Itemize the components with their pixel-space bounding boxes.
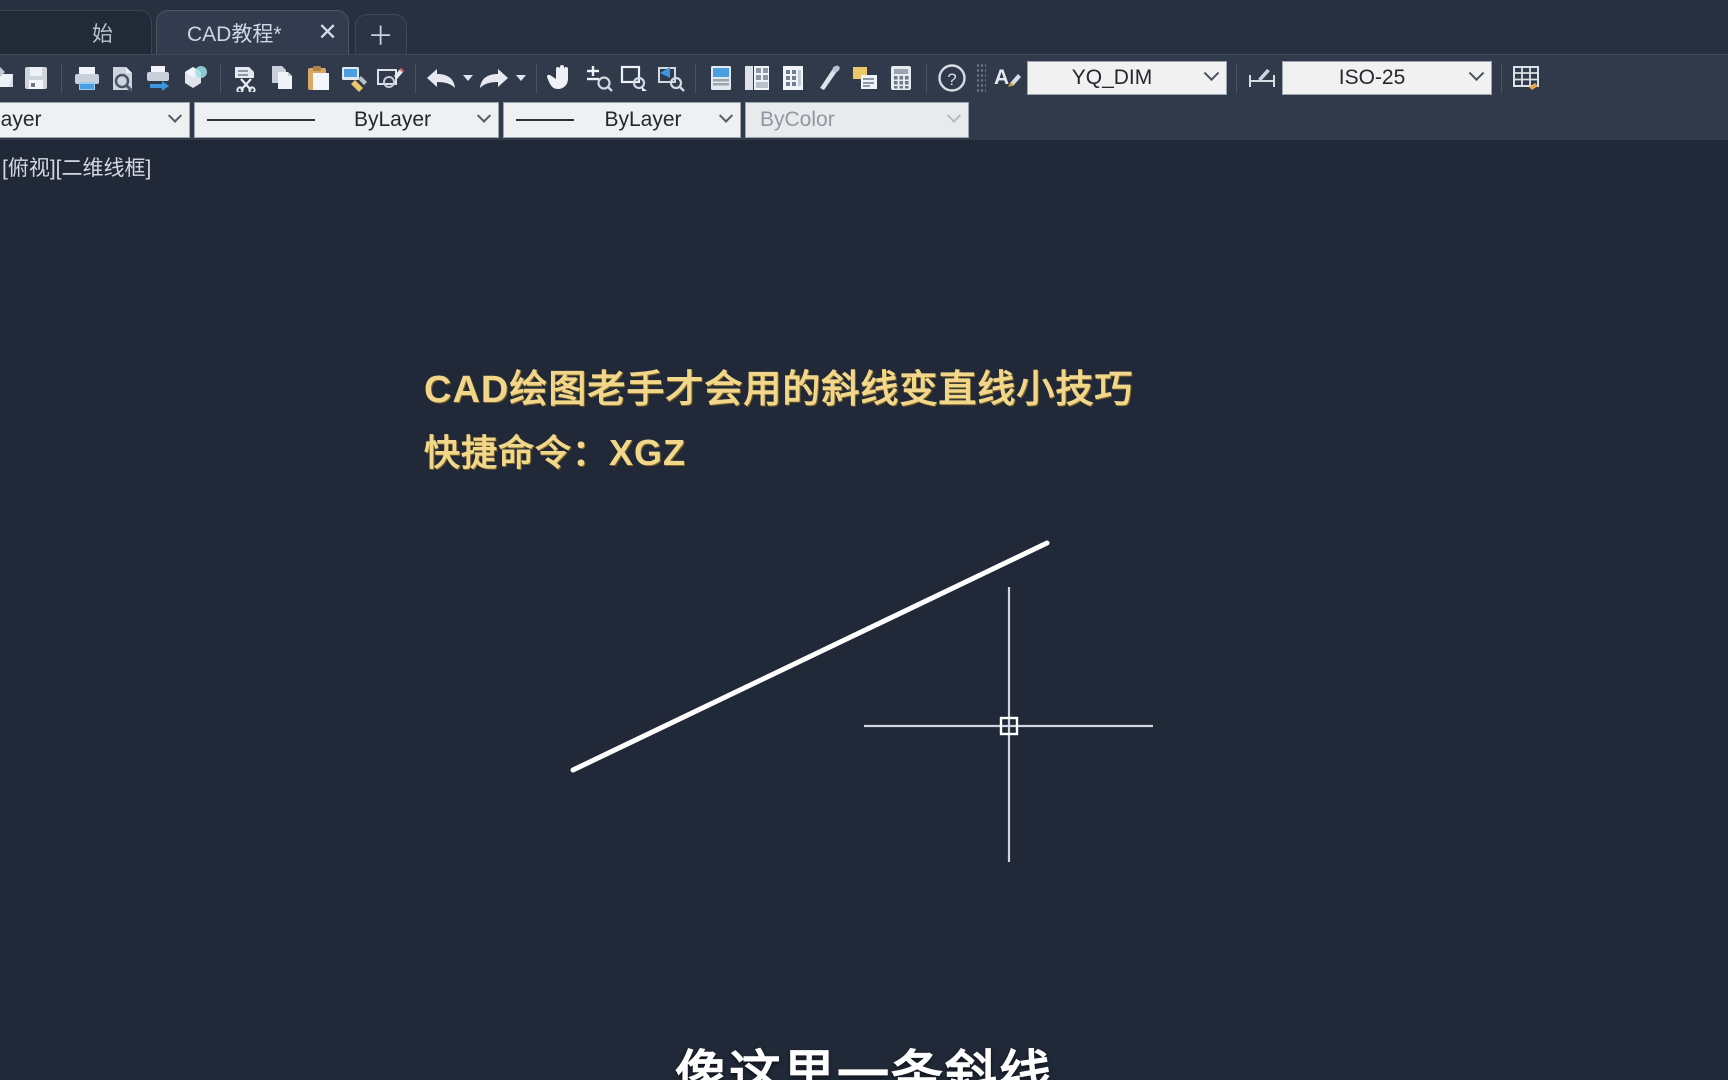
3d-print-icon[interactable]: [177, 59, 213, 97]
zoom-window-icon[interactable]: [616, 59, 652, 97]
dimension-style-value: ISO-25: [1338, 65, 1406, 89]
svg-text:?: ?: [947, 70, 956, 89]
tool-palettes-icon[interactable]: [775, 59, 811, 97]
layer-value: Layer: [0, 108, 42, 131]
lineweight-combo[interactable]: ByLayer: [503, 102, 741, 138]
chevron-down-icon[interactable]: [161, 108, 189, 125]
tab-cad-tutorial[interactable]: CAD教程* ✕: [156, 10, 349, 54]
toolbar-separator: [415, 62, 416, 93]
text-style-value: YQ_DIM: [1071, 65, 1153, 89]
zoom-previous-icon[interactable]: [652, 59, 688, 97]
print-preview-icon[interactable]: [105, 59, 141, 97]
lineweight-swatch: [516, 119, 574, 121]
properties-palette-icon[interactable]: [703, 59, 739, 97]
dimension-style-combo[interactable]: ISO-25: [1282, 60, 1492, 95]
table-style-icon[interactable]: [1509, 59, 1545, 97]
lineweight-value: ByLayer: [604, 108, 682, 131]
undo-icon[interactable]: [423, 59, 459, 97]
copy-icon[interactable]: [264, 59, 300, 97]
quick-access-toolbar: ? A YQ_DIM ISO-25: [0, 54, 1728, 100]
close-icon[interactable]: ✕: [318, 20, 338, 45]
redo-icon[interactable]: [476, 59, 512, 97]
new-tab-icon[interactable]: ＋: [354, 14, 407, 54]
markup-set-icon[interactable]: [847, 59, 883, 97]
chevron-down-icon[interactable]: [1461, 65, 1491, 83]
chevron-down-icon: [940, 108, 968, 125]
tab-start-label: 始: [92, 22, 113, 46]
text-style-icon[interactable]: A: [989, 59, 1025, 97]
text-style-combo[interactable]: YQ_DIM: [1027, 60, 1227, 95]
tab-start[interactable]: 始: [0, 10, 152, 54]
tab-cad-tutorial-label: CAD教程*: [187, 22, 282, 46]
drawing-canvas[interactable]: [俯视][二维线框] CAD绘图老手才会用的斜线变直线小技巧 快捷命令：XGZ …: [0, 140, 1728, 1080]
color-swatch: [207, 119, 315, 121]
slanted-line[interactable]: [570, 540, 1050, 773]
print-icon[interactable]: [69, 59, 105, 97]
plotstyle-value: ByColor: [760, 108, 835, 131]
document-tab-bar: 始 CAD教程* ✕ ＋: [0, 0, 1728, 54]
toolbar-separator: [926, 62, 927, 93]
color-combo[interactable]: ByLayer: [194, 102, 499, 138]
redo-dropdown-icon[interactable]: [512, 59, 529, 97]
chevron-down-icon[interactable]: [470, 108, 498, 125]
publish-icon[interactable]: [141, 59, 177, 97]
toolbar-separator: [61, 62, 62, 93]
svg-text:A: A: [994, 66, 1009, 89]
sheet-set-icon[interactable]: [811, 59, 847, 97]
block-editor-icon[interactable]: [372, 59, 408, 97]
cut-icon[interactable]: [228, 59, 264, 97]
plus-icon: ＋: [367, 21, 394, 51]
dimension-style-icon[interactable]: [1244, 59, 1280, 97]
open-folder-icon[interactable]: [0, 59, 18, 97]
calculator-icon[interactable]: [883, 59, 919, 97]
design-center-icon[interactable]: [739, 59, 775, 97]
zoom-realtime-icon[interactable]: [580, 59, 616, 97]
color-value: ByLayer: [353, 108, 432, 131]
properties-toolbar: Layer ByLayer ByLayer ByColor: [0, 100, 1728, 140]
undo-dropdown-icon[interactable]: [459, 59, 476, 97]
chevron-down-icon[interactable]: [712, 108, 740, 125]
match-properties-icon[interactable]: [336, 59, 372, 97]
toolbar-separator: [695, 62, 696, 93]
toolbar-separator: [220, 62, 221, 93]
toolbar-separator: [1501, 62, 1502, 93]
drawing-entities: [570, 540, 1153, 862]
save-icon[interactable]: [18, 59, 54, 97]
cad-window: 始 CAD教程* ✕ ＋ ? A YQ_DIM ISO-25 ayer ByLa…: [0, 0, 1728, 1080]
help-icon[interactable]: ?: [934, 59, 970, 97]
chevron-down-icon[interactable]: [1196, 65, 1226, 83]
crosshair-cursor: [864, 587, 1153, 862]
overlay-caption: 像这里一条斜线: [674, 1047, 1053, 1080]
paste-icon[interactable]: [300, 59, 336, 97]
pan-icon[interactable]: [544, 59, 580, 97]
toolbar-separator: [1236, 62, 1237, 93]
layer-combo[interactable]: Layer: [0, 102, 190, 138]
plotstyle-combo: ByColor: [745, 102, 969, 138]
toolbar-grip[interactable]: [976, 62, 986, 93]
toolbar-separator: [536, 62, 537, 93]
